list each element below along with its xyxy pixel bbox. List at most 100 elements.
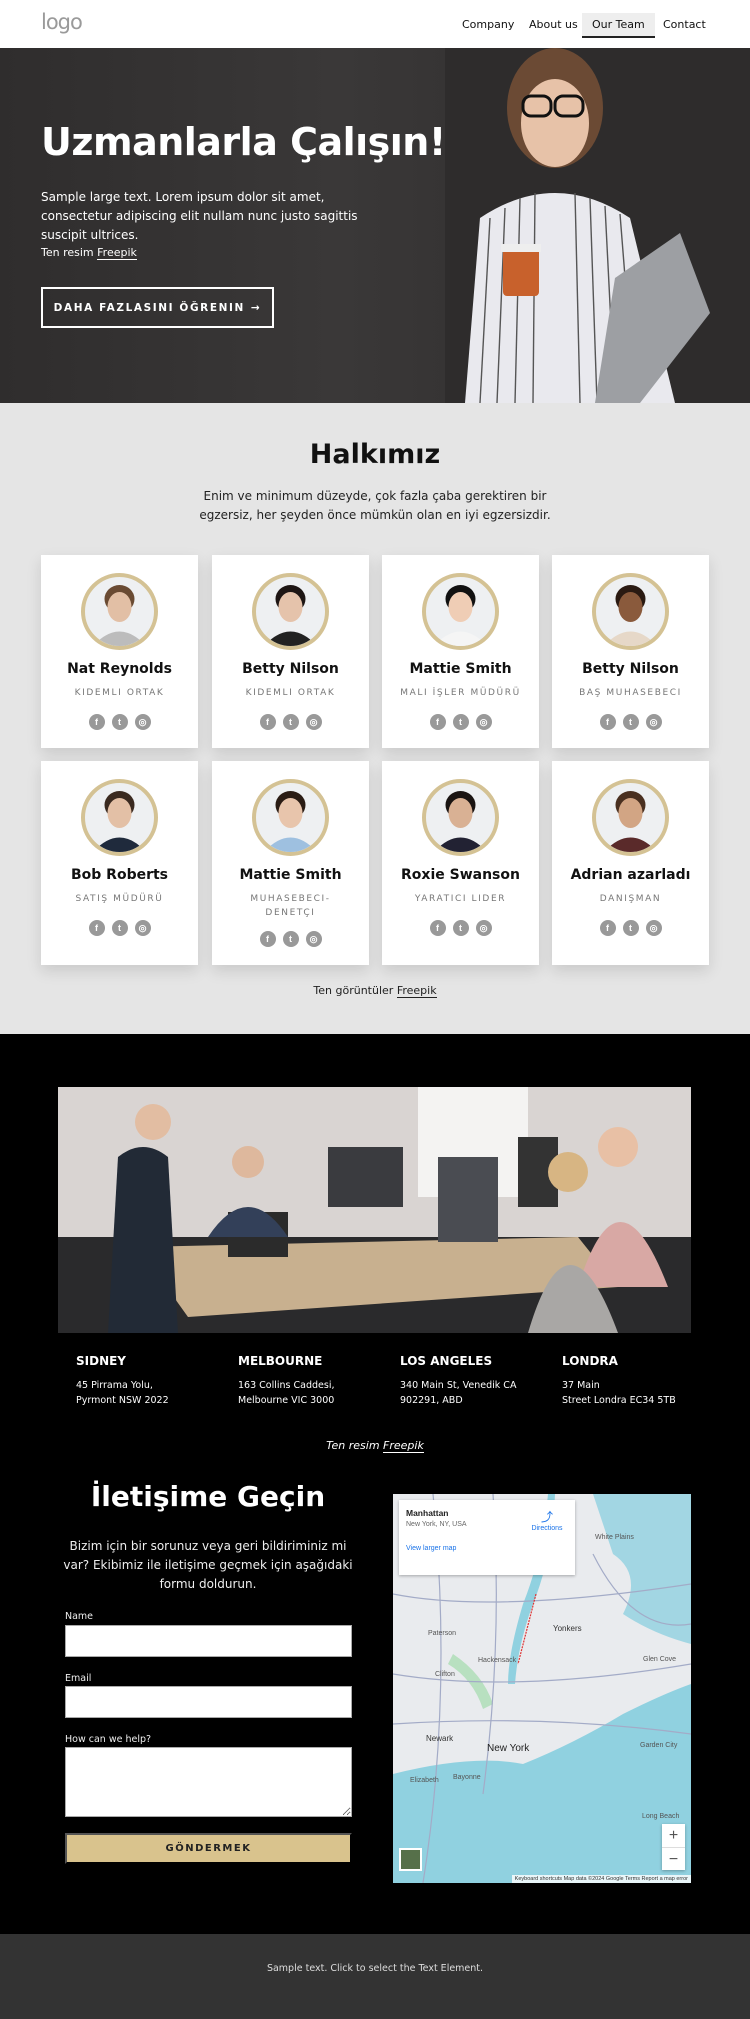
map-label: Long Beach xyxy=(642,1813,680,1820)
address-line: Melbourne VIC 3000 xyxy=(238,1395,335,1406)
footer-text[interactable]: Sample text. Click to select the Text El… xyxy=(267,1963,483,1974)
map-label: Clifton xyxy=(435,1671,455,1678)
team-credit: Ten görüntüler Freepik xyxy=(0,984,750,998)
twitter-icon[interactable]: t xyxy=(282,931,299,947)
address-line: 37 Main xyxy=(562,1380,600,1391)
nav-our-team[interactable]: Our Team xyxy=(582,13,655,38)
contact-title: İletişime Geçin xyxy=(90,1480,326,1513)
member-name: Bob Roberts xyxy=(70,867,169,883)
twitter-icon[interactable]: t xyxy=(282,714,299,730)
avatar xyxy=(422,779,499,856)
facebook-icon[interactable]: f xyxy=(259,931,276,947)
instagram-icon[interactable]: ◎ xyxy=(305,931,322,947)
map-label: Bayonne xyxy=(453,1774,481,1781)
facebook-icon[interactable]: f xyxy=(599,920,616,936)
nav-company[interactable]: Company xyxy=(452,13,524,36)
credit-prefix: Ten resim xyxy=(326,1439,380,1452)
email-input[interactable] xyxy=(65,1686,352,1718)
twitter-icon[interactable]: t xyxy=(452,920,469,936)
view-larger-map-link[interactable]: View larger map xyxy=(406,1545,456,1552)
twitter-icon[interactable]: t xyxy=(111,714,128,730)
team-card: Betty Nilson KIDEMLI ORTAK f t ◎ xyxy=(212,555,369,748)
social-links: f t ◎ xyxy=(41,920,198,936)
freepik-link[interactable]: Freepik xyxy=(383,1439,424,1453)
contact-text: Bizim için bir sorunuz veya geri bildiri… xyxy=(63,1539,353,1591)
logo[interactable]: logo xyxy=(41,10,83,34)
member-name: Roxie Swanson xyxy=(401,867,520,883)
twitter-icon[interactable]: t xyxy=(452,714,469,730)
directions-button[interactable]: ⤴ Directions xyxy=(525,1508,569,1532)
instagram-icon[interactable]: ◎ xyxy=(134,714,151,730)
learn-more-button[interactable]: DAHA FAZLASINI ÖĞRENIN → xyxy=(41,287,274,328)
address-line: 902291, ABD xyxy=(400,1395,463,1406)
facebook-icon[interactable]: f xyxy=(599,714,616,730)
social-links: f t ◎ xyxy=(212,931,369,947)
map-label: Newark xyxy=(426,1734,454,1743)
social-links: f t ◎ xyxy=(382,714,539,730)
name-input[interactable] xyxy=(65,1625,352,1657)
twitter-icon[interactable]: t xyxy=(622,920,639,936)
instagram-icon[interactable]: ◎ xyxy=(134,920,151,936)
social-links: f t ◎ xyxy=(382,920,539,936)
satellite-toggle[interactable] xyxy=(399,1848,422,1871)
credit-prefix: Ten görüntüler xyxy=(313,984,394,997)
member-role: MALI İŞLER MÜDÜRÜ xyxy=(400,688,521,698)
map-label: Garden City xyxy=(640,1742,678,1749)
instagram-icon[interactable]: ◎ xyxy=(645,714,662,730)
map-info-card: Manhattan New York, NY, USA View larger … xyxy=(399,1500,575,1575)
freepik-link[interactable]: Freepik xyxy=(396,984,437,998)
credit-prefix: Ten resim xyxy=(41,246,94,259)
team-card: Mattie Smith MALI İŞLER MÜDÜRÜ f t ◎ xyxy=(382,555,539,748)
help-label: How can we help? xyxy=(65,1734,152,1745)
member-name: Nat Reynolds xyxy=(67,661,172,677)
team-section: Halkımız Enim ve minimum düzeyde, çok fa… xyxy=(0,403,750,1034)
facebook-icon[interactable]: f xyxy=(429,920,446,936)
facebook-icon[interactable]: f xyxy=(429,714,446,730)
city-name: SIDNEY xyxy=(76,1354,126,1368)
facebook-icon[interactable]: f xyxy=(88,920,105,936)
social-links: f t ◎ xyxy=(552,920,709,936)
google-map[interactable]: Yonkers White Plains Paterson Hackensack… xyxy=(393,1494,691,1883)
map-label: Elizabeth xyxy=(410,1777,439,1784)
office-melbourne: MELBOURNE 163 Collins Caddesi, Melbourne V… xyxy=(238,1354,408,1408)
member-role: KIDEMLI ORTAK xyxy=(245,688,336,698)
instagram-icon[interactable]: ◎ xyxy=(475,920,492,936)
instagram-icon[interactable]: ◎ xyxy=(475,714,492,730)
office-credit: Ten resim Freepik xyxy=(0,1439,750,1453)
help-textarea[interactable] xyxy=(65,1747,352,1817)
instagram-icon[interactable]: ◎ xyxy=(645,920,662,936)
nav-contact[interactable]: Contact xyxy=(653,13,716,36)
zoom-in-button[interactable]: + xyxy=(662,1824,685,1847)
avatar xyxy=(81,779,158,856)
name-label: Name xyxy=(65,1611,94,1622)
facebook-icon[interactable]: f xyxy=(259,714,276,730)
map-attribution[interactable]: Keyboard shortcuts Map data ©2024 Google… xyxy=(511,1875,691,1883)
twitter-icon[interactable]: t xyxy=(622,714,639,730)
member-role: KIDEMLI ORTAK xyxy=(74,688,165,698)
map-address: New York, NY, USA xyxy=(406,1521,467,1528)
team-lead: Enim ve minimum düzeyde, çok fazla çaba … xyxy=(199,489,551,522)
avatar xyxy=(592,573,669,650)
zoom-out-button[interactable]: − xyxy=(662,1847,685,1870)
instagram-icon[interactable]: ◎ xyxy=(305,714,322,730)
avatar xyxy=(81,573,158,650)
address-line: 45 Pirrama Yolu, xyxy=(76,1380,153,1391)
zoom-controls: + − xyxy=(662,1824,685,1870)
address-line: 340 Main St, Venedik CA xyxy=(400,1380,517,1391)
freepik-link[interactable]: Freepik xyxy=(97,246,137,260)
hero-credit: Ten resim Freepik xyxy=(41,246,137,260)
nav-about-us[interactable]: About us xyxy=(519,13,588,36)
twitter-icon[interactable]: t xyxy=(111,920,128,936)
avatar xyxy=(252,779,329,856)
site-header: logo Company About us Our Team Contact xyxy=(0,0,750,48)
submit-button[interactable]: GÖNDERMEK xyxy=(65,1833,352,1864)
avatar xyxy=(252,573,329,650)
hero-text: Sample large text. Lorem ipsum dolor sit… xyxy=(41,190,358,242)
facebook-icon[interactable]: f xyxy=(88,714,105,730)
office-los-angeles: LOS ANGELES 340 Main St, Venedik CA 902291… xyxy=(400,1354,570,1408)
member-role: YARATICI LIDER xyxy=(414,894,507,904)
avatar xyxy=(422,573,499,650)
office-team-image xyxy=(58,1087,691,1333)
map-label: Glen Cove xyxy=(643,1656,677,1663)
footer: Sample text. Click to select the Text El… xyxy=(0,1934,750,2019)
